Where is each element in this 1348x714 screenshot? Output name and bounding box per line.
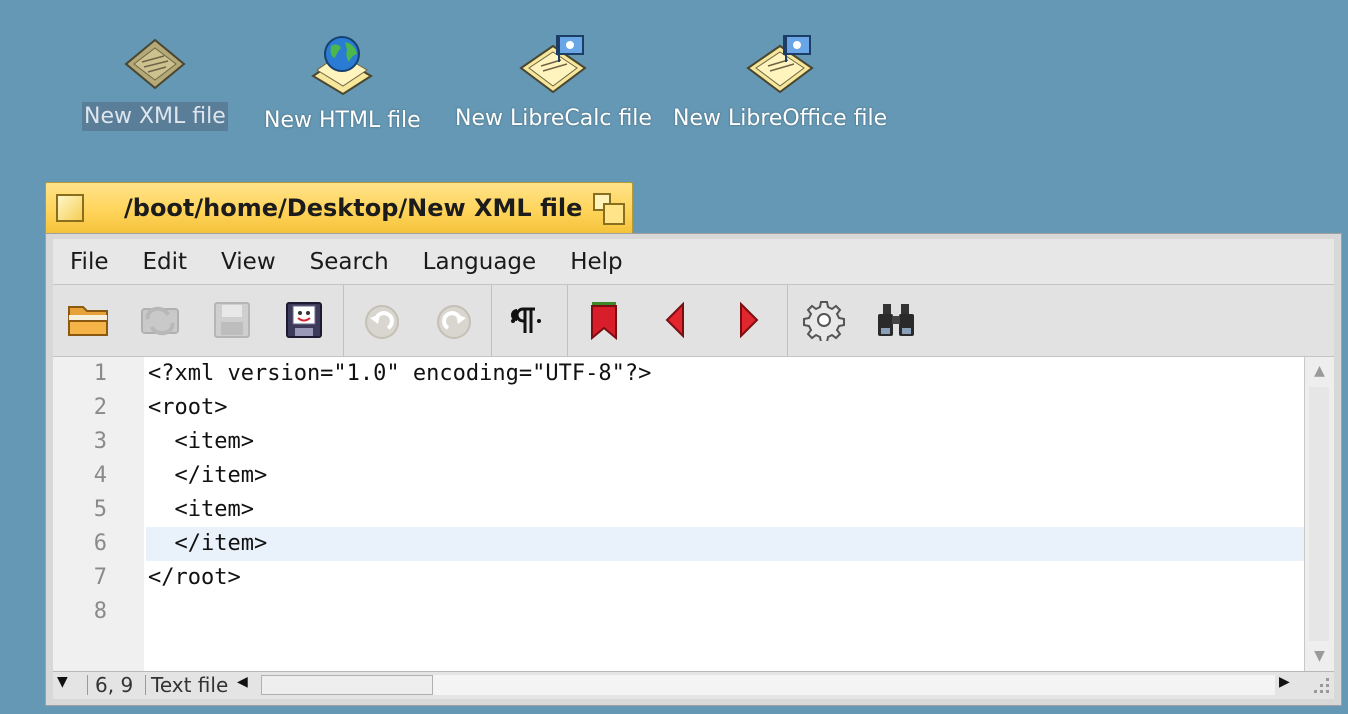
undo-icon <box>365 305 399 339</box>
save-as-button[interactable] <box>279 295 329 345</box>
desktop-icon-new-libreoffice-file[interactable]: New LibreOffice file <box>671 34 889 133</box>
current-line-highlight <box>146 527 1304 561</box>
code-line[interactable]: </item> <box>148 527 267 561</box>
show-whitespace-button[interactable] <box>501 295 551 345</box>
scroll-down-icon[interactable]: ▼ <box>1305 642 1334 670</box>
libreoffice-document-icon <box>746 35 814 94</box>
editor-window: File Edit View Search Language Help 1 2 … <box>45 233 1342 706</box>
save-button[interactable] <box>207 295 257 345</box>
previous-bookmark-button[interactable] <box>651 295 701 345</box>
zoom-icon-front <box>603 203 625 225</box>
text-editor[interactable]: 1 2 3 4 5 6 7 8 <?xml version="1.0" enco… <box>53 357 1334 671</box>
code-line[interactable]: </root> <box>148 561 241 595</box>
pilcrow-icon <box>511 307 541 333</box>
line-number: 7 <box>93 565 107 590</box>
toolbar-separator <box>343 285 344 356</box>
scroll-left-icon[interactable]: ◀ <box>237 674 248 690</box>
scrollbar-track[interactable] <box>1309 387 1329 641</box>
librecalc-document-icon <box>519 35 588 94</box>
open-button[interactable] <box>63 295 113 345</box>
arrow-right-icon <box>740 301 759 339</box>
status-bar: ▼ 6, 9 Text file ◀ ▶ <box>53 671 1334 699</box>
menu-edit[interactable]: Edit <box>126 249 205 275</box>
save-icon <box>214 302 250 338</box>
desktop-icon-label: New LibreCalc file <box>455 106 652 131</box>
line-number: 4 <box>93 463 107 488</box>
toolbar-separator <box>567 285 568 356</box>
line-number: 2 <box>93 395 107 420</box>
zoom-button[interactable] <box>593 193 625 225</box>
chevron-down-icon[interactable]: ▼ <box>57 674 68 690</box>
undo-button[interactable] <box>357 295 407 345</box>
divider <box>87 675 88 695</box>
menu-help[interactable]: Help <box>553 249 639 275</box>
desktop-icon-new-html-file[interactable]: New HTML file <box>262 34 423 135</box>
xml-document-icon <box>124 38 186 90</box>
horizontal-scroll-track[interactable] <box>433 675 1275 695</box>
reload-button[interactable] <box>135 295 185 345</box>
bookmark-button[interactable] <box>579 295 629 345</box>
open-folder-icon <box>68 306 108 336</box>
desktop-icon-label: New HTML file <box>264 108 421 133</box>
menu-language[interactable]: Language <box>406 249 554 275</box>
window-title: /boot/home/Desktop/New XML file <box>124 194 583 222</box>
toolbar <box>53 285 1334 357</box>
find-button[interactable] <box>871 295 921 345</box>
redo-button[interactable] <box>429 295 479 345</box>
scroll-right-icon[interactable]: ▶ <box>1279 674 1290 690</box>
toolbar-separator <box>491 285 492 356</box>
bookmark-icon <box>591 302 617 340</box>
window-tab[interactable]: /boot/home/Desktop/New XML file <box>45 182 633 234</box>
save-as-icon <box>286 302 322 338</box>
gear-icon <box>803 301 845 341</box>
next-bookmark-button[interactable] <box>723 295 773 345</box>
resize-grip-icon[interactable] <box>1310 676 1332 696</box>
redo-icon <box>437 305 471 339</box>
code-line[interactable]: </item> <box>148 459 267 493</box>
binoculars-icon <box>878 304 914 336</box>
horizontal-scroll-thumb[interactable] <box>261 675 433 695</box>
menu-bar: File Edit View Search Language Help <box>53 239 1334 285</box>
code-line[interactable]: <root> <box>148 391 227 425</box>
reload-icon <box>141 306 179 336</box>
desktop-icon-new-librecalc-file[interactable]: New LibreCalc file <box>453 34 654 133</box>
line-number: 8 <box>93 599 107 624</box>
line-number: 1 <box>93 361 107 386</box>
vertical-scrollbar[interactable]: ▲ ▼ <box>1304 357 1334 671</box>
scroll-up-icon[interactable]: ▲ <box>1305 357 1334 385</box>
arrow-left-icon <box>665 301 684 339</box>
html-document-icon <box>311 36 374 96</box>
divider <box>145 675 146 695</box>
file-type[interactable]: Text file <box>151 673 228 697</box>
desktop-icon-new-xml-file[interactable]: New XML file <box>82 34 228 131</box>
toolbar-separator <box>787 285 788 356</box>
cursor-position: 6, 9 <box>95 673 134 697</box>
line-number: 6 <box>93 531 107 556</box>
line-number: 3 <box>93 429 107 454</box>
settings-button[interactable] <box>799 295 849 345</box>
desktop-icon-label: New LibreOffice file <box>673 106 888 131</box>
menu-search[interactable]: Search <box>293 249 406 275</box>
menu-file[interactable]: File <box>53 249 126 275</box>
menu-view[interactable]: View <box>204 249 293 275</box>
desktop-icon-label: New XML file <box>82 102 228 131</box>
code-line[interactable]: <?xml version="1.0" encoding="UTF-8"?> <box>148 357 651 391</box>
close-button[interactable] <box>56 194 84 222</box>
line-number: 5 <box>93 497 107 522</box>
code-line[interactable]: <item> <box>148 493 253 527</box>
code-line[interactable]: <item> <box>148 425 253 459</box>
